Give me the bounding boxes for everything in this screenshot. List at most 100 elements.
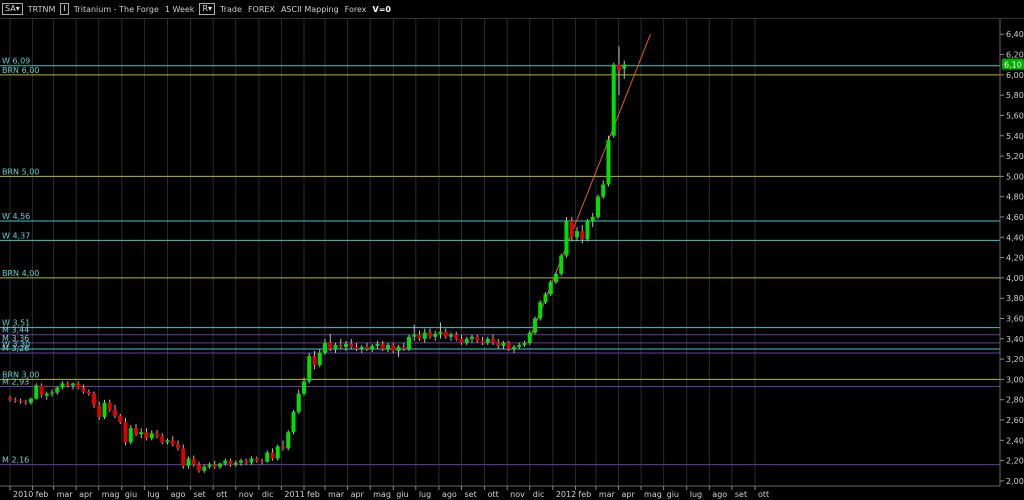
- y-tick-label: 2,40: [1006, 436, 1024, 445]
- candle-body: [543, 294, 548, 303]
- y-tick-label: 6,40: [1006, 30, 1024, 39]
- candle-body: [123, 422, 128, 443]
- y-tick-label: 3,80: [1006, 294, 1024, 303]
- x-tick-label: mar: [328, 490, 345, 499]
- x-tick-label: set: [194, 490, 206, 499]
- candle-body: [176, 444, 180, 449]
- x-tick-label: feb: [307, 490, 320, 499]
- candle-body: [533, 318, 537, 333]
- x-tick-label: lug: [147, 490, 159, 499]
- y-tick-label: 3,20: [1006, 355, 1024, 364]
- level-label: W 6,09: [2, 57, 30, 66]
- candle-body: [34, 385, 39, 399]
- candle-body: [412, 334, 417, 337]
- y-tick-label: 2,20: [1006, 457, 1024, 466]
- x-tick-label: mag: [644, 490, 662, 499]
- candle-body: [228, 460, 233, 465]
- candle-body: [517, 344, 522, 347]
- level-label: BRN 6,00: [2, 66, 39, 75]
- candle-body: [464, 338, 469, 343]
- x-tick-label: ago: [712, 490, 727, 499]
- candles-layer: [8, 46, 627, 473]
- candle-body: [107, 402, 112, 410]
- candle-body: [538, 302, 543, 319]
- candle-body: [102, 402, 107, 417]
- x-tick-label: giu: [396, 490, 408, 499]
- y-tick-label: 5,00: [1006, 172, 1024, 181]
- candle-body: [97, 404, 102, 417]
- candle-body: [218, 463, 222, 467]
- candle-body: [155, 433, 159, 437]
- x-tick-label: ott: [216, 490, 227, 499]
- candle-body: [286, 432, 291, 449]
- candle-body: [512, 346, 516, 349]
- candle-body: [197, 464, 201, 471]
- level-lines: [0, 65, 1000, 466]
- candle-body: [506, 342, 511, 349]
- candle-body: [480, 340, 485, 343]
- candle-body: [433, 333, 438, 337]
- x-tick-label: dic: [533, 490, 545, 499]
- x-tick-label: feb: [36, 490, 49, 499]
- candle-body: [249, 458, 254, 463]
- candle-body: [370, 345, 375, 349]
- candle-body: [491, 338, 495, 343]
- candle-body: [470, 336, 474, 339]
- x-tick-label: apr: [79, 490, 93, 499]
- y-tick-label: 3,40: [1006, 335, 1024, 344]
- candle-body: [254, 458, 259, 461]
- x-tick-label: ott: [488, 490, 499, 499]
- candle-body: [18, 400, 23, 402]
- candle-body: [323, 342, 327, 354]
- y-tick-label: 3,60: [1006, 314, 1024, 323]
- candle-body: [76, 383, 81, 388]
- candle-body: [559, 255, 564, 274]
- candle-body: [144, 432, 149, 439]
- level-label: W 4,56: [2, 212, 30, 221]
- candle-body: [391, 344, 396, 351]
- candle-body: [281, 446, 285, 449]
- candle-body: [118, 415, 123, 423]
- candle-body: [317, 353, 322, 366]
- candle-body: [275, 446, 280, 459]
- candle-body: [81, 387, 86, 392]
- y-tick-label: 6,00: [1006, 71, 1024, 80]
- candle-body: [244, 460, 249, 463]
- candle-body: [428, 332, 432, 337]
- candle-body: [139, 432, 144, 435]
- candle-body: [260, 460, 264, 462]
- candle-body: [128, 428, 133, 443]
- candle-body: [354, 346, 359, 349]
- candle-body: [328, 342, 333, 349]
- x-tick-label: set: [735, 490, 747, 499]
- x-tick-label: ago: [171, 490, 186, 499]
- candle-body: [596, 196, 600, 217]
- x-tick-label: mar: [599, 490, 616, 499]
- candle-body: [548, 281, 553, 295]
- y-tick-label: 4,00: [1006, 274, 1024, 283]
- x-tick-label: lug: [690, 490, 702, 499]
- candle-body: [29, 398, 33, 403]
- x-tick-label: mag: [373, 490, 391, 499]
- candle-body: [522, 342, 527, 345]
- candle-body: [485, 338, 490, 343]
- candle-body: [375, 343, 380, 346]
- y-tick-label: 4,40: [1006, 233, 1024, 242]
- price-chart[interactable]: 6,40 6,20 6,00 5,80 5,60 5,40 5,20 5,00 4,80 4,60…: [0, 0, 1024, 500]
- candle-body: [606, 139, 611, 185]
- candle-body: [622, 64, 627, 69]
- candle-body: [611, 64, 616, 136]
- x-tick-label: nov: [510, 490, 525, 499]
- y-tick-label: 6,20: [1006, 51, 1024, 60]
- trendline-layer: [529, 34, 651, 339]
- candle-body: [134, 428, 138, 435]
- x-tick-label: ott: [758, 490, 769, 499]
- x-tick-label: lug: [419, 490, 431, 499]
- candle-body: [71, 383, 75, 386]
- candle-body: [338, 344, 343, 347]
- y-tick-label: 2,80: [1006, 396, 1024, 405]
- x-tick-label: set: [465, 490, 477, 499]
- candle-body: [417, 334, 422, 339]
- y-tick-label: 4,20: [1006, 254, 1024, 263]
- candle-body: [55, 387, 60, 393]
